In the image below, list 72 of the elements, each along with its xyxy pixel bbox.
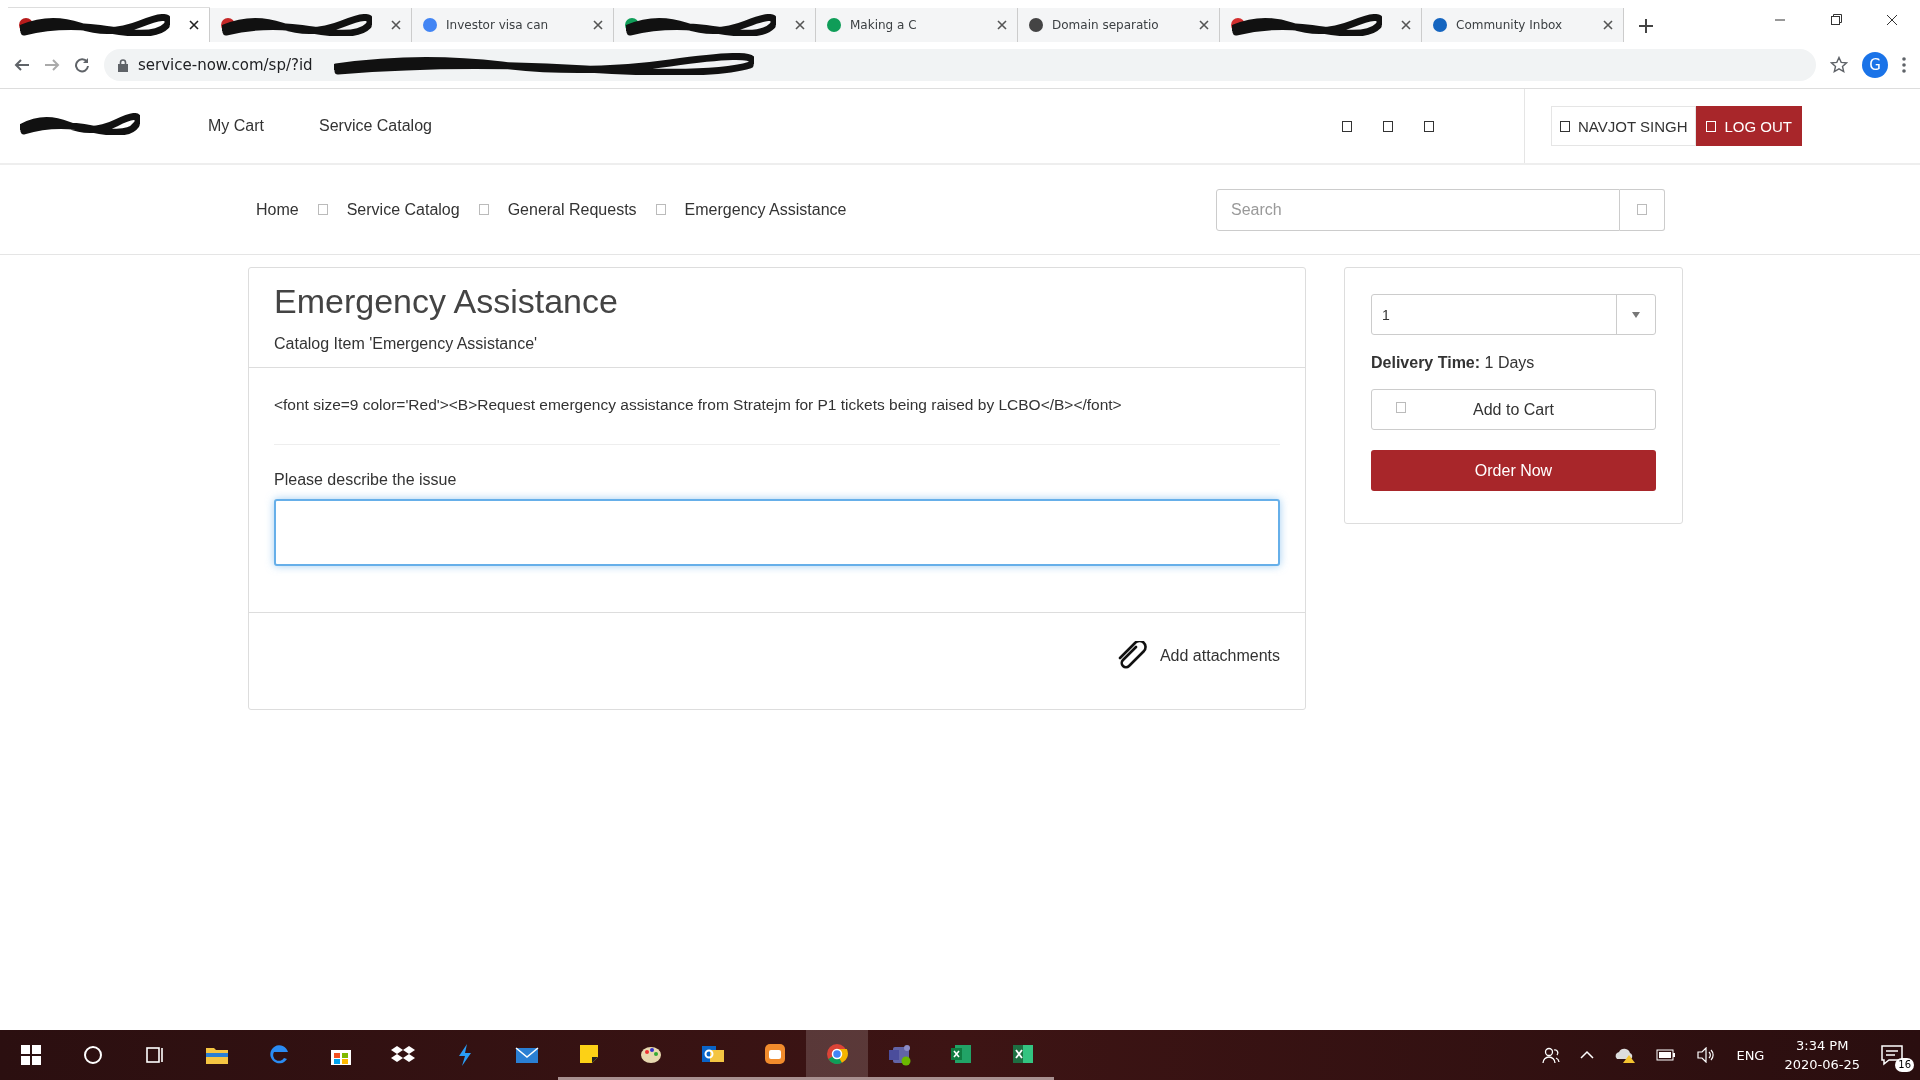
square-icon bbox=[1706, 120, 1717, 132]
taskbar-chrome-browser-button[interactable] bbox=[806, 1030, 868, 1080]
nav-link[interactable]: Service Catalog bbox=[319, 117, 432, 135]
add-attachments-link[interactable]: Add attachments bbox=[1115, 641, 1280, 671]
language-indicator[interactable]: ENG bbox=[1736, 1047, 1765, 1063]
taskbar-clock[interactable]: 3:34 PM 2020-06-25 bbox=[1784, 1036, 1860, 1074]
browser-tab[interactable]: Domain separatio bbox=[1018, 8, 1220, 42]
square-icon[interactable] bbox=[1424, 120, 1434, 132]
breadcrumb-link[interactable]: Emergency Assistance bbox=[684, 200, 847, 219]
tab-title: Community Inbox bbox=[1456, 18, 1564, 32]
delivery-time: Delivery Time: 1 Days bbox=[1371, 354, 1536, 372]
square-icon bbox=[478, 204, 489, 215]
camera-icon bbox=[763, 1041, 787, 1066]
item-subtitle: Catalog Item 'Emergency Assistance' bbox=[274, 335, 539, 353]
star-icon[interactable] bbox=[1830, 56, 1848, 74]
nav-link[interactable]: My Cart bbox=[208, 117, 264, 135]
quantity-select[interactable]: 1 bbox=[1371, 294, 1656, 335]
breadcrumb-link[interactable]: Home bbox=[256, 200, 299, 219]
site-icon bbox=[1432, 17, 1448, 33]
profile-avatar[interactable]: G bbox=[1862, 52, 1888, 78]
add-to-cart-button[interactable]: Add to Cart bbox=[1371, 389, 1656, 430]
volume-icon[interactable] bbox=[1696, 1047, 1717, 1063]
item-title: Emergency Assistance bbox=[274, 282, 619, 321]
square-icon bbox=[655, 204, 666, 215]
square-icon bbox=[317, 204, 328, 215]
field-label: Please describe the issue bbox=[274, 471, 458, 489]
close-icon[interactable] bbox=[1199, 20, 1209, 30]
close-icon[interactable] bbox=[391, 20, 401, 30]
user-menu-button[interactable]: NAVJOT SINGH bbox=[1551, 106, 1697, 146]
square-icon bbox=[1637, 204, 1647, 215]
square-icon[interactable] bbox=[1383, 120, 1393, 132]
site-icon bbox=[422, 17, 438, 33]
cloud-warning-icon[interactable] bbox=[1614, 1046, 1637, 1064]
browser-tab[interactable] bbox=[1220, 8, 1422, 42]
address-bar[interactable]: service-now.com/sp/?id bbox=[104, 49, 1816, 81]
tab-title: Making a C bbox=[850, 18, 918, 32]
menu-icon[interactable] bbox=[1902, 57, 1906, 73]
windows-icon bbox=[19, 1043, 43, 1067]
browser-tab[interactable] bbox=[614, 8, 816, 42]
browser-tab[interactable] bbox=[210, 8, 412, 42]
site-icon bbox=[826, 17, 842, 33]
square-icon bbox=[1560, 120, 1570, 132]
new-tab-icon[interactable] bbox=[1638, 18, 1654, 34]
browser-tab[interactable]: Community Inbox bbox=[1422, 8, 1624, 42]
browser-tab[interactable]: Making a C bbox=[816, 8, 1018, 42]
item-description: <font size=9 color='Red'><B>Request emergency assistance from Stratejm for P1 tickets being raised by LCBO</B></font> bbox=[274, 368, 1280, 445]
tab-title: Domain separatio bbox=[1052, 18, 1160, 32]
tab-title: Investor visa can bbox=[446, 18, 550, 32]
logout-button[interactable]: LOG OUT bbox=[1696, 106, 1802, 146]
search-field[interactable]: Search bbox=[1216, 188, 1620, 231]
browser-tab[interactable]: Investor visa can bbox=[412, 8, 614, 42]
close-icon[interactable] bbox=[189, 20, 199, 30]
back-icon[interactable] bbox=[14, 57, 30, 73]
breadcrumb-link[interactable]: Service Catalog bbox=[346, 200, 460, 219]
breadcrumb-link[interactable]: General Requests bbox=[507, 200, 637, 219]
lock-icon bbox=[118, 58, 128, 72]
order-now-button[interactable]: Order Now bbox=[1371, 450, 1656, 491]
close-icon[interactable] bbox=[997, 20, 1007, 30]
search-icon bbox=[81, 1043, 105, 1067]
close-icon[interactable] bbox=[1401, 20, 1411, 30]
square-icon[interactable] bbox=[1342, 120, 1352, 132]
chevron-up-icon[interactable] bbox=[1580, 1050, 1595, 1060]
close-icon[interactable] bbox=[593, 20, 603, 30]
notification-count: 16 bbox=[1895, 1058, 1914, 1072]
battery-icon[interactable] bbox=[1656, 1049, 1677, 1061]
people-icon[interactable] bbox=[1542, 1046, 1561, 1064]
site-icon bbox=[1028, 17, 1044, 33]
issue-input-field[interactable] bbox=[274, 499, 1280, 566]
close-icon[interactable] bbox=[1603, 20, 1613, 30]
reload-icon[interactable] bbox=[74, 57, 90, 73]
close-icon[interactable] bbox=[795, 20, 805, 30]
chrome-browser-icon bbox=[825, 1041, 849, 1066]
